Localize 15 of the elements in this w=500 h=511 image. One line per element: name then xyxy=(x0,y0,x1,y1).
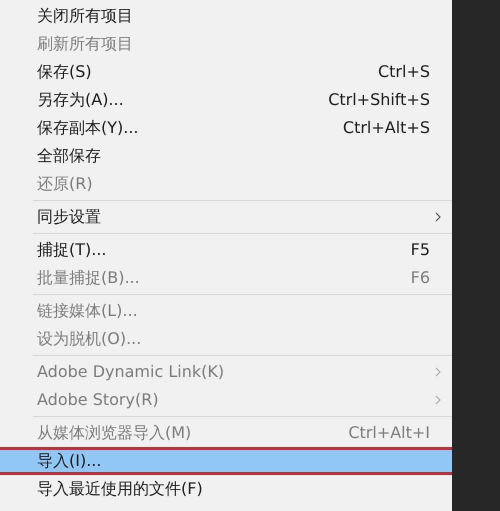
menu-item[interactable]: 同步设置 xyxy=(0,203,452,231)
shortcut-label: Ctrl+Alt+S xyxy=(342,117,430,139)
menu-item[interactable]: 保存副本(Y)... Ctrl+Alt+S xyxy=(0,114,452,142)
menu-item[interactable]: 全部保存 xyxy=(0,142,452,170)
shortcut-label: Ctrl+Shift+S xyxy=(328,89,430,111)
shortcut-label: F6 xyxy=(410,267,430,289)
menu-item[interactable]: 另存为(A)... Ctrl+Shift+S xyxy=(0,86,452,114)
menu-item[interactable]: 保存(S) Ctrl+S xyxy=(0,58,452,86)
shortcut-label: F5 xyxy=(410,239,430,261)
menu-item[interactable]: 导入最近使用的文件(F) xyxy=(0,475,452,503)
shortcut-label: Ctrl+S xyxy=(378,61,430,83)
menu-item[interactable]: 关闭所有项目 xyxy=(0,2,452,30)
menu-item[interactable]: 捕捉(T)... F5 xyxy=(0,236,452,264)
shortcut-label: Ctrl+Alt+I xyxy=(348,422,430,444)
menu-item[interactable]: 导入(I)... xyxy=(0,447,452,475)
